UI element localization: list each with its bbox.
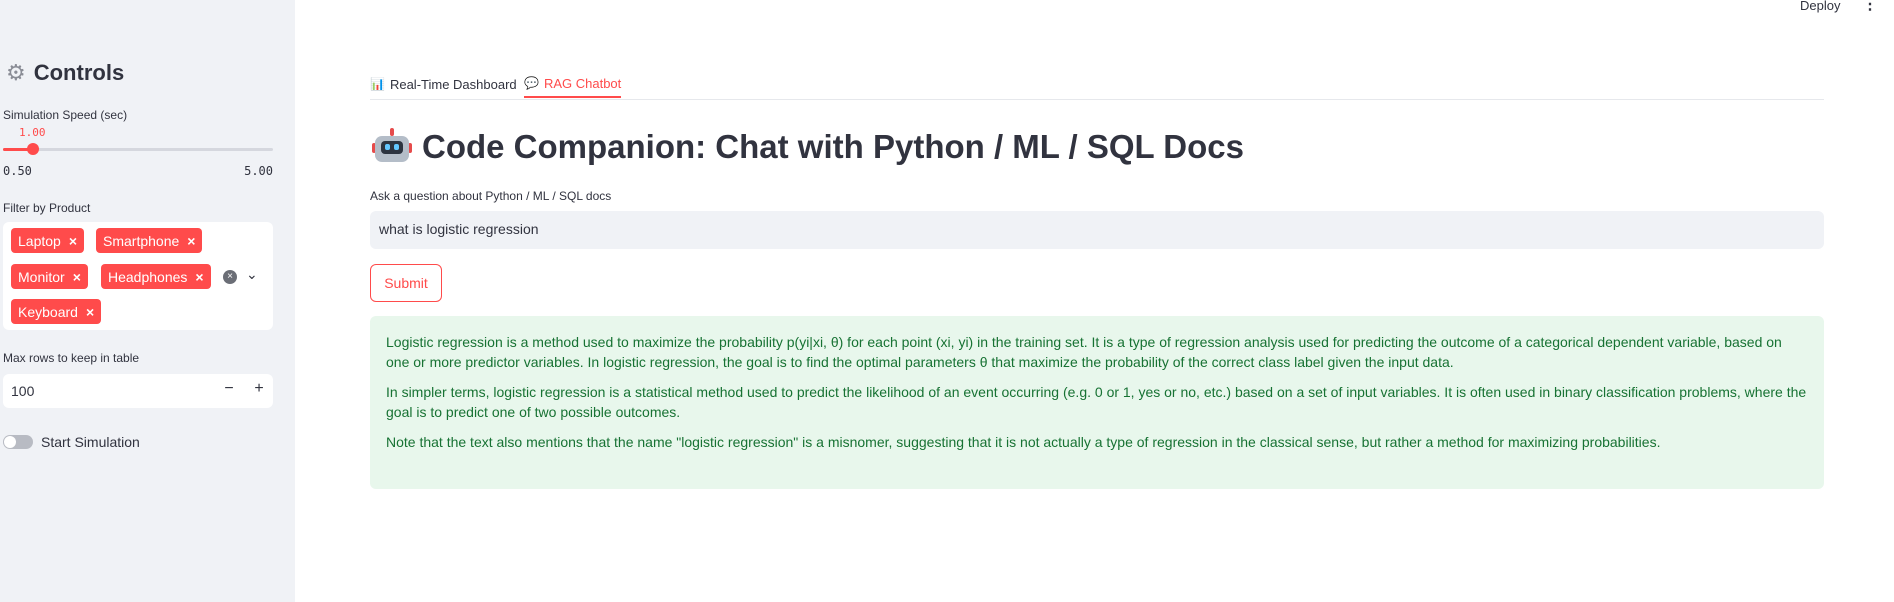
tag-laptop: Laptop × [11,228,85,253]
start-simulation-row[interactable]: Start Simulation [3,434,140,450]
speed-current-value: 1.00 [19,126,46,139]
answer-paragraph: In simpler terms, logistic regression is… [386,384,1807,420]
speed-slider[interactable]: 1.00 0.50 5.00 [3,122,273,178]
max-rows-stepper[interactable]: 100 − + [3,374,273,408]
tab-rag-chatbot[interactable]: 💬 RAG Chatbot [524,70,622,98]
more-menu-icon[interactable]: ⋮ [1862,0,1878,14]
tag-headphones: Headphones × [101,264,211,289]
remove-tag-icon[interactable]: × [195,269,203,285]
tab-bar: 📊 Real-Time Dashboard 💬 RAG Chatbot [370,66,1824,100]
speech-bubble-icon: 💬 [524,76,539,90]
speed-slider-thumb[interactable] [27,143,39,155]
question-input[interactable]: what is logistic regression [370,211,1824,249]
remove-tag-icon[interactable]: × [69,233,77,249]
sidebar-title-text: Controls [33,60,125,85]
robot-icon [372,128,412,166]
remove-tag-icon[interactable]: × [86,304,94,320]
max-rows-label: Max rows to keep in table [3,351,140,365]
robot-antenna [390,128,394,136]
tag-label: Headphones [108,268,188,285]
answer-box: Logistic regression is a method used to … [370,316,1824,489]
remove-tag-icon[interactable]: × [73,269,81,285]
bar-chart-icon: 📊 [370,77,385,91]
page-title: Code Companion: Chat with Python / ML / … [372,128,1244,166]
speed-label: Simulation Speed (sec) [3,108,128,122]
answer-paragraph: Logistic regression is a method used to … [386,334,1782,370]
speed-min-label: 0.50 [3,164,32,178]
submit-button[interactable]: Submit [370,264,442,302]
answer-paragraph: Note that the text also mentions that th… [386,434,1661,450]
tab-real-time-dashboard[interactable]: 📊 Real-Time Dashboard [370,70,517,98]
robot-eye-left [385,144,390,150]
clear-all-icon[interactable]: × [223,270,237,284]
tab-label: Real-Time Dashboard [389,76,517,92]
product-multiselect[interactable]: Laptop × Smartphone × Monitor × Headphon… [3,222,273,330]
tag-keyboard: Keyboard × [11,299,102,324]
tab-label: RAG Chatbot [543,75,622,91]
filter-label: Filter by Product [3,201,91,215]
increment-button[interactable]: + [249,380,269,398]
decrement-button[interactable]: − [219,380,239,398]
question-label: Ask a question about Python / ML / SQL d… [370,189,612,203]
toggle-knob [4,436,16,448]
sidebar-title: ⚙ Controls [6,60,124,86]
tag-monitor: Monitor × [11,264,88,289]
tag-smartphone: Smartphone × [96,228,203,253]
tag-label: Laptop [18,232,61,249]
start-simulation-toggle[interactable] [3,435,33,449]
tag-label: Keyboard [18,303,78,320]
robot-eye-right [394,144,399,150]
tag-label: Monitor [18,268,65,285]
sidebar: ⚙ Controls Simulation Speed (sec) 1.00 0… [0,0,295,602]
tag-label: Smartphone [103,232,180,249]
chevron-down-icon[interactable]: ⌄ [246,266,258,283]
speed-slider-track[interactable] [3,143,273,155]
page-title-text: Code Companion: Chat with Python / ML / … [422,128,1244,165]
remove-tag-icon[interactable]: × [187,233,195,249]
start-simulation-label: Start Simulation [41,434,140,450]
max-rows-input[interactable]: 100 [11,383,34,399]
deploy-button[interactable]: Deploy [1800,0,1840,13]
gear-icon: ⚙ [6,60,26,85]
speed-max-label: 5.00 [244,164,273,178]
